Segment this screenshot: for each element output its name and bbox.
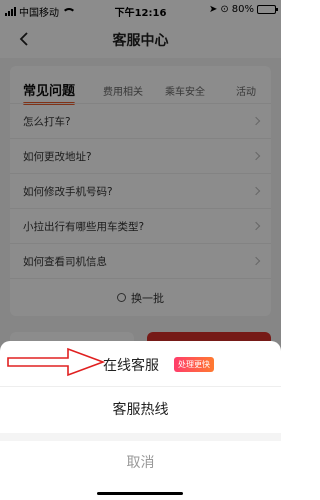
cancel-button[interactable]: 取消 bbox=[0, 441, 281, 486]
faster-badge: 处理更快 bbox=[174, 357, 214, 372]
hotline-option[interactable]: 客服热线 bbox=[0, 388, 281, 433]
online-service-label: 在线客服 bbox=[103, 358, 159, 374]
home-indicator bbox=[97, 492, 183, 495]
sheet-divider bbox=[0, 433, 281, 441]
annotation-arrow-icon bbox=[7, 347, 106, 377]
